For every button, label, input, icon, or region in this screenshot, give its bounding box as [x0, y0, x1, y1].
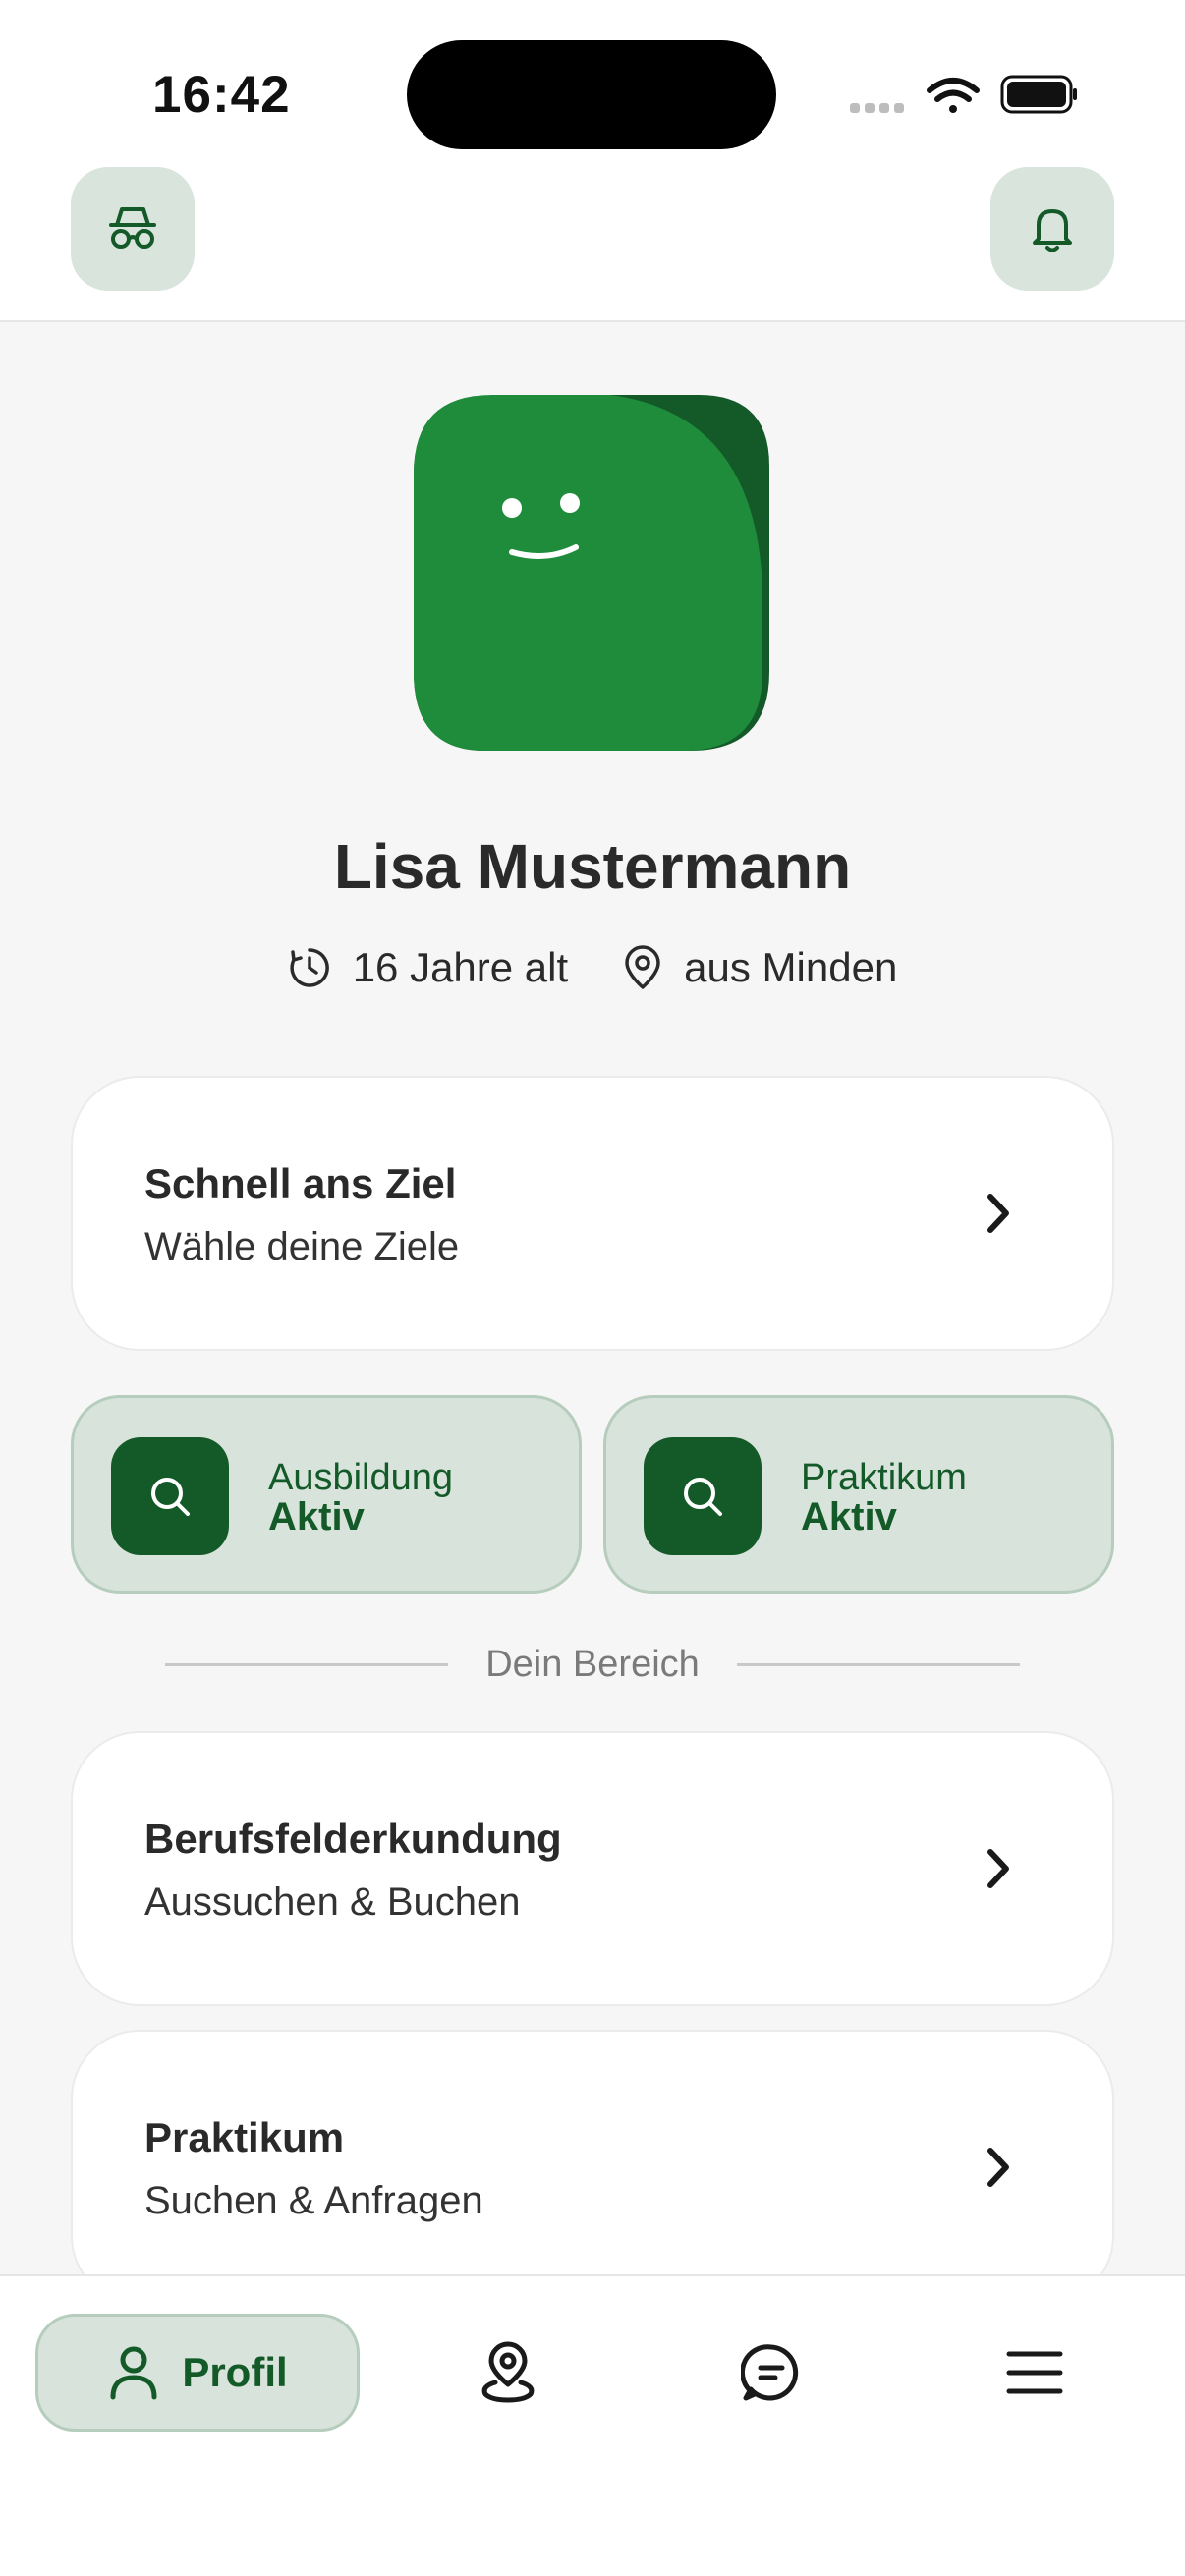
menu-icon [1006, 2351, 1063, 2394]
section-divider: Dein Bereich [0, 1639, 1185, 1692]
battery-icon [1000, 75, 1077, 114]
notifications-button[interactable] [990, 167, 1114, 291]
search-icon-box [111, 1437, 229, 1555]
nav-profile-label: Profil [182, 2349, 288, 2395]
chevron-right-icon [988, 2148, 1009, 2187]
quick-goal-card[interactable]: Schnell ans Ziel Wähle deine Ziele [71, 1076, 1114, 1351]
bell-icon [1033, 209, 1072, 252]
chat-icon [741, 2344, 799, 2401]
dynamic-island [407, 40, 776, 149]
praktikum-card[interactable]: Praktikum Suchen & Anfragen [71, 2030, 1114, 2305]
incognito-icon [109, 207, 156, 249]
location-pin-icon [625, 945, 660, 989]
card-title: Praktikum [144, 2114, 345, 2160]
berufsfelderkundung-card[interactable]: Berufsfelderkundung Aussuchen & Buchen [71, 1731, 1114, 2006]
profile-location-text: aus Minden [684, 944, 898, 990]
card-subtitle: Aussuchen & Buchen [144, 1880, 521, 1924]
quick-goal-subtitle: Wähle deine Ziele [144, 1225, 460, 1268]
wifi-icon [927, 78, 980, 113]
ausbildung-search-pill[interactable]: Ausbildung Aktiv [71, 1395, 582, 1594]
status-icons [845, 69, 1081, 128]
profile-avatar[interactable] [414, 395, 769, 751]
bottom-navigation: Profil [0, 2274, 1185, 2576]
profile-location: aus Minden [623, 944, 897, 991]
search-icon [151, 1478, 190, 1516]
profile-age-text: 16 Jahre alt [352, 944, 569, 990]
top-bar [0, 157, 1185, 322]
search-icon [684, 1478, 722, 1516]
card-title: Berufsfelderkundung [144, 1816, 562, 1862]
signal-icon [850, 103, 904, 113]
pill-state: Aktiv [801, 1495, 897, 1539]
smiley-avatar-icon [414, 395, 769, 751]
praktikum-search-pill[interactable]: Praktikum Aktiv [603, 1395, 1114, 1594]
divider-line-right [737, 1663, 1020, 1666]
chevron-right-icon [988, 1194, 1009, 1233]
profile-age: 16 Jahre alt [288, 944, 568, 991]
quick-goal-title: Schnell ans Ziel [144, 1160, 457, 1206]
person-icon [110, 2346, 157, 2400]
pill-label: Praktikum [801, 1457, 967, 1498]
clock-icon [290, 948, 329, 987]
pill-label: Ausbildung [268, 1457, 454, 1498]
profile-name: Lisa Mustermann [333, 831, 852, 902]
incognito-button[interactable] [71, 167, 195, 291]
nav-profile-tab[interactable]: Profil [35, 2314, 360, 2432]
pill-state: Aktiv [268, 1495, 365, 1539]
chevron-right-icon [988, 1849, 1009, 1888]
status-bar: 16:42 [0, 0, 1185, 157]
nav-menu-tab[interactable] [976, 2314, 1094, 2432]
card-subtitle: Suchen & Anfragen [144, 2179, 483, 2222]
nav-chat-tab[interactable] [712, 2314, 830, 2432]
nav-map-tab[interactable] [449, 2314, 567, 2432]
status-time: 16:42 [152, 66, 291, 124]
profile-meta: 16 Jahre alt aus Minden [0, 938, 1185, 997]
search-icon-box [644, 1437, 762, 1555]
map-pin-icon [481, 2341, 535, 2403]
